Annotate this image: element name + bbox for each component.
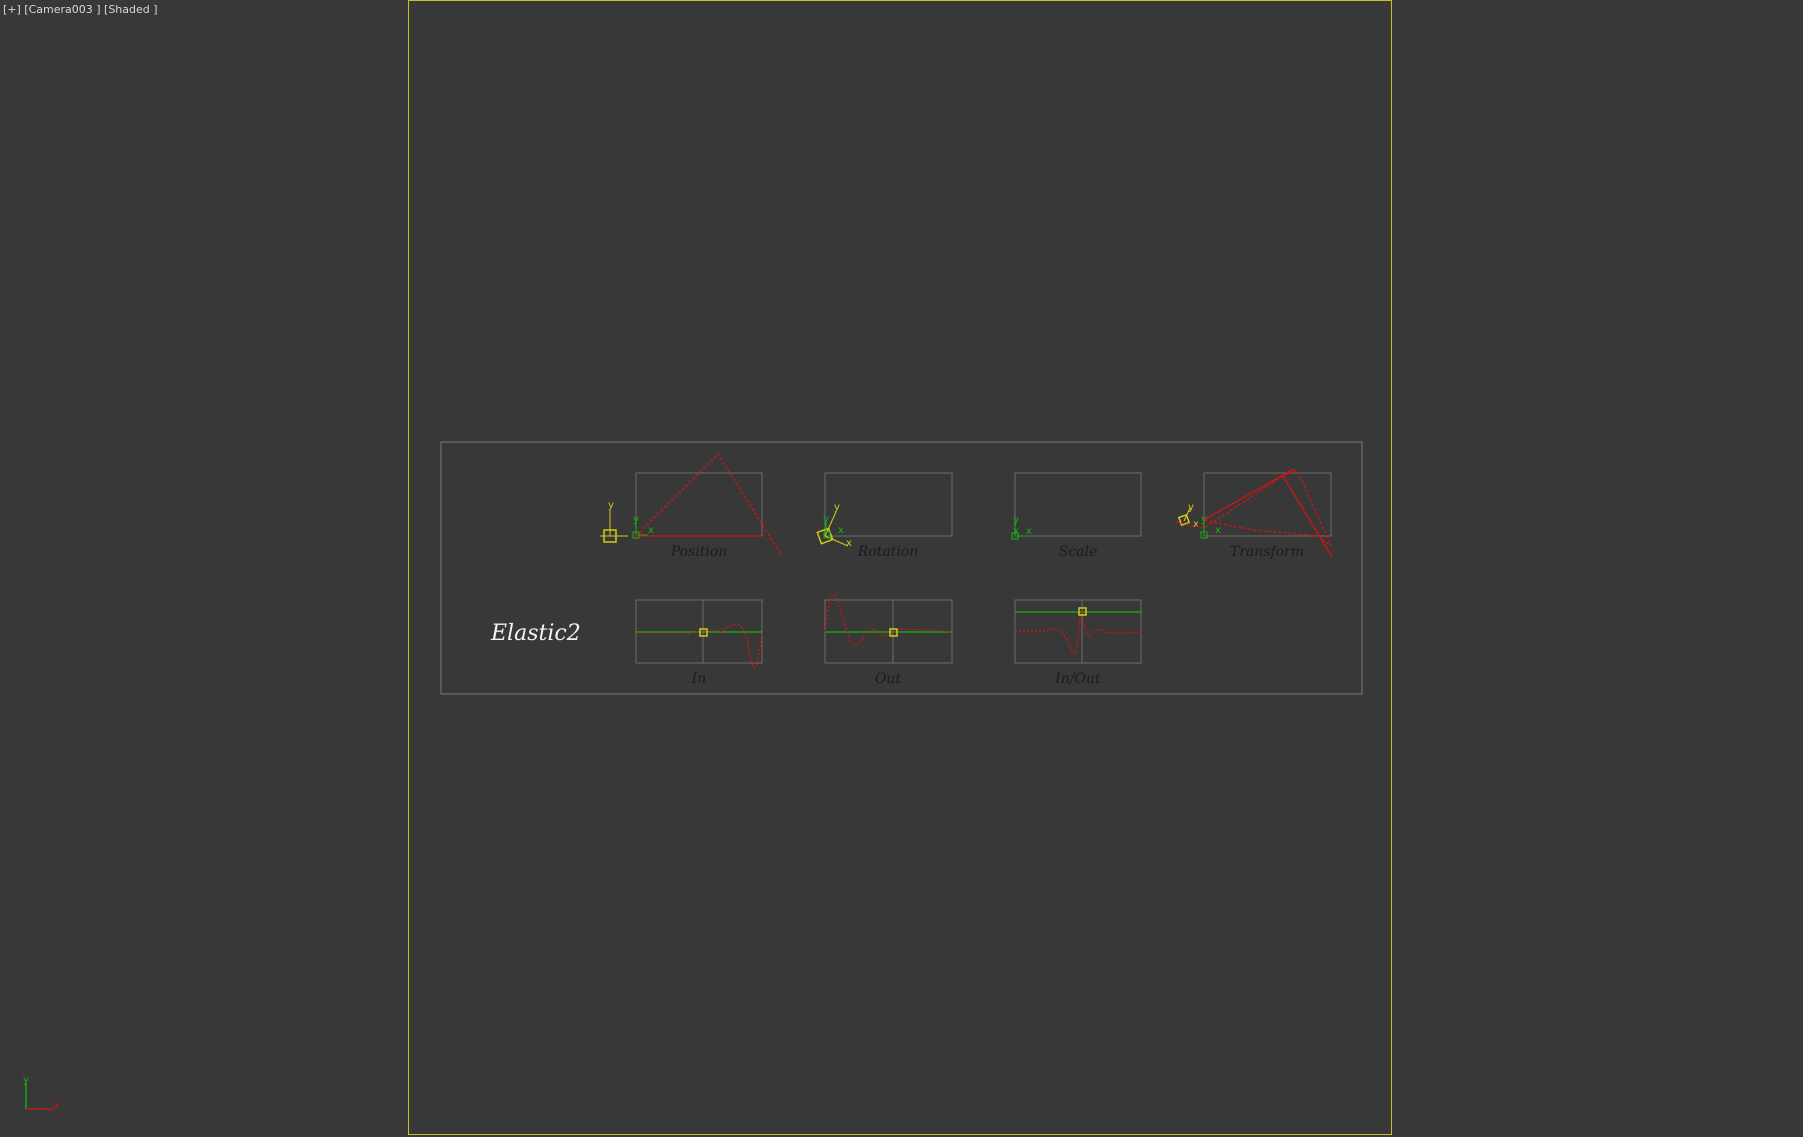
transform-path <box>1175 469 1332 547</box>
svg-text:x: x <box>648 525 654 536</box>
svg-text:x: x <box>838 525 844 536</box>
svg-text:y: y <box>608 500 614 511</box>
svg-text:x: x <box>846 538 852 549</box>
rotation-label: Rotation <box>857 544 919 560</box>
svg-text:x: x <box>1013 526 1019 537</box>
svg-text:x: x <box>1193 519 1199 530</box>
scale-label: Scale <box>1059 544 1098 560</box>
scale-box <box>1014 472 1142 537</box>
out-curve <box>824 593 953 646</box>
in-curve <box>636 623 763 670</box>
transform-path-line <box>1203 468 1295 521</box>
scale-gizmo-icon[interactable]: y x x <box>1011 515 1032 540</box>
transform-label: Transform <box>1230 544 1304 560</box>
scene-board: Elastic2 Position Rotation Scale Transfo… <box>440 441 1363 695</box>
svg-text:x: x <box>1215 525 1221 536</box>
transform-gizmo-icon[interactable]: y x y x <box>1177 502 1221 539</box>
world-axis-y-label: y <box>23 1075 29 1086</box>
out-label: Out <box>875 671 901 687</box>
inout-box <box>1014 599 1142 664</box>
camera-viewport[interactable]: [+] [Camera003 ] [Shaded ] Elastic2 Posi… <box>0 0 1803 1137</box>
world-axis-x-label: x <box>54 1100 60 1111</box>
world-axis-icon: y x <box>23 1075 60 1111</box>
position-box <box>635 472 763 537</box>
svg-text:y: y <box>1188 502 1194 513</box>
position-path <box>635 452 783 557</box>
position-label: Position <box>670 544 728 560</box>
rotation-gizmo-icon[interactable]: y x y x <box>816 502 852 549</box>
board-title: Elastic2 <box>490 621 581 646</box>
inout-curve <box>1015 611 1142 655</box>
inout-label: In/Out <box>1054 671 1101 687</box>
svg-text:x: x <box>1026 526 1032 537</box>
svg-text:y: y <box>633 514 639 525</box>
board-panel <box>440 441 1363 695</box>
svg-text:y: y <box>823 514 829 525</box>
rotation-box <box>824 472 953 537</box>
svg-text:y: y <box>834 502 840 513</box>
in-label: In <box>691 671 707 687</box>
svg-text:y: y <box>1013 515 1019 526</box>
